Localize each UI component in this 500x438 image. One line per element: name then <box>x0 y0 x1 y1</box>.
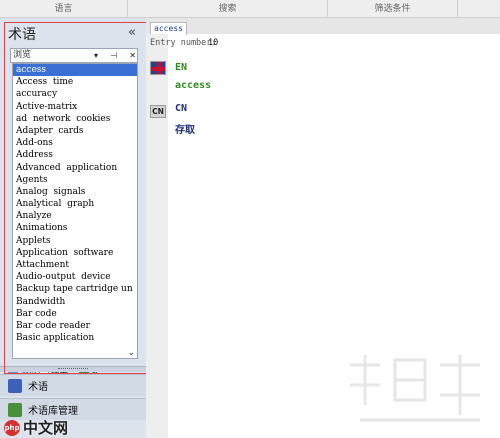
list-item[interactable]: Attachment <box>13 259 137 271</box>
header-search[interactable]: 搜索 <box>128 0 328 18</box>
en-term-value: access <box>175 80 212 91</box>
close-icon[interactable]: ✕ <box>129 51 136 60</box>
collapse-pane-button[interactable]: « <box>128 25 136 40</box>
php-watermark: php 中文网 <box>4 417 68 438</box>
scroll-down-icon[interactable]: ⌄ <box>127 348 135 358</box>
list-item[interactable]: Backup tape cartridge un <box>13 283 137 295</box>
list-item[interactable]: accuracy <box>13 88 137 100</box>
list-item[interactable]: Advanced application <box>13 162 137 174</box>
list-item[interactable]: Analog signals <box>13 186 137 198</box>
list-item[interactable]: Address <box>13 149 137 161</box>
entry-number-label: Entry number: <box>150 38 217 48</box>
list-item[interactable]: Adapter cards <box>13 125 137 137</box>
faint-watermark <box>350 355 480 422</box>
uk-flag-icon <box>150 61 166 75</box>
combo-controls: ▾ ⊣ ✕ <box>92 48 138 63</box>
list-item[interactable]: access <box>13 64 137 77</box>
termbase-nav-icon <box>8 402 22 417</box>
php-logo: php <box>4 419 20 436</box>
list-item[interactable]: Access time <box>13 76 137 88</box>
cn-term-value: 存取 <box>175 125 195 136</box>
term-nav-icon <box>8 378 22 393</box>
header-filter[interactable]: 筛选条件 <box>328 0 458 18</box>
cn-language-label: CN <box>175 103 188 114</box>
list-item[interactable]: Audio-output device <box>13 271 137 283</box>
pin-icon[interactable]: ⊣ <box>110 51 117 60</box>
document-tab-strip <box>146 18 500 34</box>
list-item[interactable]: Active-matrix <box>13 101 137 113</box>
list-item[interactable]: Bar code <box>13 308 137 320</box>
list-item[interactable]: Analytical graph <box>13 198 137 210</box>
list-item[interactable]: Bandwidth <box>13 296 137 308</box>
header-language[interactable]: 语言 <box>0 0 128 18</box>
term-list[interactable]: access Access time accuracy Active-matri… <box>12 63 138 359</box>
column-header-bar: 语言 搜索 筛选条件 <box>0 0 500 18</box>
list-item[interactable]: Add-ons <box>13 137 137 149</box>
list-item[interactable]: Basic application <box>13 332 137 344</box>
list-item[interactable]: Applets <box>13 235 137 247</box>
list-item[interactable]: Bar code reader <box>13 320 137 332</box>
header-extra <box>458 0 500 18</box>
list-item[interactable]: Agents <box>13 174 137 186</box>
list-item[interactable]: Application software <box>13 247 137 259</box>
entry-gutter <box>146 34 168 438</box>
list-item[interactable]: ad network cookies <box>13 113 137 125</box>
list-item[interactable]: Analyze <box>13 210 137 222</box>
pane-title: 术语 <box>8 27 36 43</box>
entry-number-value: 10 <box>208 38 219 48</box>
php-watermark-text: 中文网 <box>23 419 69 437</box>
en-language-label: EN <box>175 62 188 73</box>
dropdown-arrow-icon[interactable]: ▾ <box>94 51 98 60</box>
nav-terminology-button[interactable]: 术语 <box>0 374 146 396</box>
splitter-grip[interactable] <box>58 368 88 370</box>
cn-language-badge: CN <box>150 105 166 118</box>
list-item[interactable]: Animations <box>13 222 137 234</box>
nav-termbase-label: 术语库管理 <box>28 406 78 417</box>
nav-terminology-label: 术语 <box>28 382 48 393</box>
